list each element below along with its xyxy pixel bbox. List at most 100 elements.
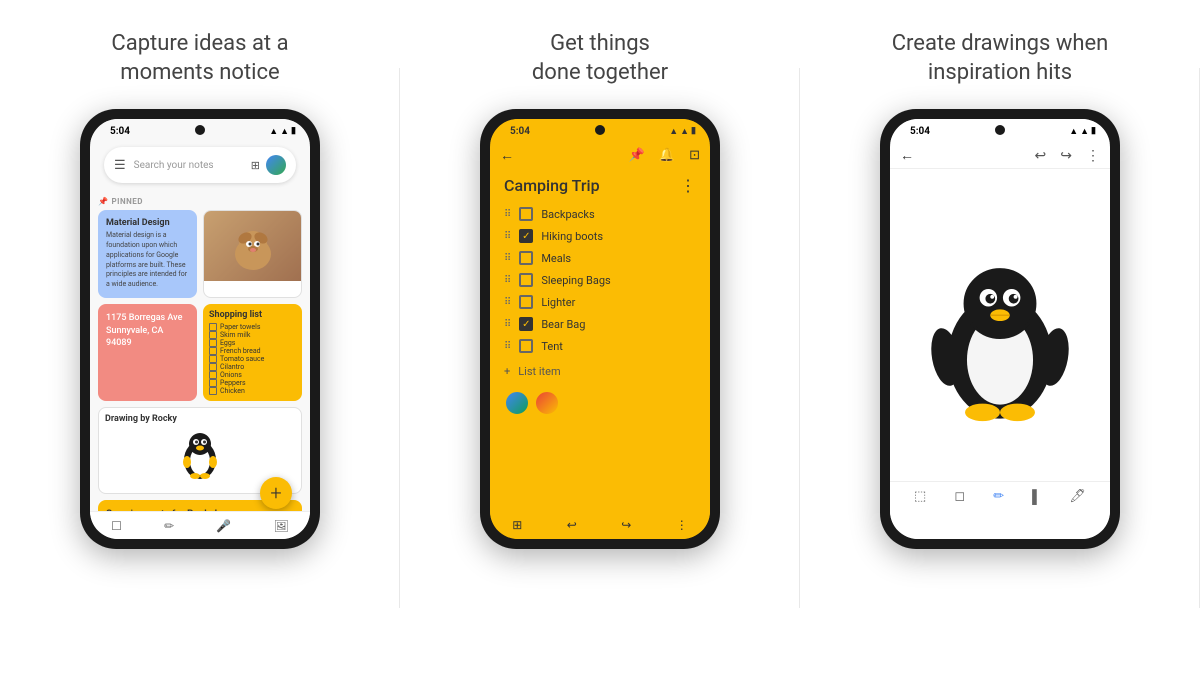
status-icons-2: ▲ ▲ ▮ [669,126,696,137]
image-icon[interactable]: 🖼 [274,519,289,533]
drag-handle: ⠿ [504,341,511,352]
check-item-hiking: ⠿ ✓ Hiking boots [498,225,702,247]
back-button-3[interactable]: ← [900,147,914,164]
wifi-icon-2: ▲ [680,126,689,137]
grid-view-icon[interactable]: ⊞ [251,159,260,172]
label-bearbag: Bear Bag [541,318,696,331]
add-list-item[interactable]: + List item [490,361,710,382]
label-sleeping: Sleeping Bags [541,274,696,287]
phone-camera-2 [595,125,605,135]
drag-handle: ⠿ [504,209,511,220]
pin-header-icon[interactable]: 📌 [629,148,645,163]
more-bottom-icon[interactable]: ⋮ [676,518,688,532]
new-note-icon[interactable]: ☐ [111,519,122,533]
dog-illustration [223,216,283,276]
more-draw-icon[interactable]: ⋮ [1086,148,1100,164]
collaborator-1-avatar[interactable] [504,390,530,416]
wifi-icon: ▲ [280,126,289,137]
pen-tool-icon[interactable]: ✏ [993,489,1004,504]
checkbox-lighter[interactable] [519,295,533,309]
battery-icon-3: ▮ [1091,126,1096,136]
label-meals: Meals [541,252,696,265]
shopping-items: Paper towels Skim milk Eggs French bread… [209,323,296,395]
add-item-label: List item [518,365,560,378]
signal-icon: ▲ [269,126,278,137]
penguin-small-illustration [175,428,225,483]
note-shopping-list[interactable]: Shopping list Paper towels Skim milk Egg… [203,304,302,401]
checkbox-hiking[interactable]: ✓ [519,229,533,243]
label-lighter: Lighter [541,296,696,309]
phone-camera-1 [195,125,205,135]
bottom-spacer-3 [890,511,1110,539]
fab-button[interactable]: + [260,477,292,509]
archive-icon[interactable]: ⊡ [689,148,700,163]
camping-trip-title: Camping Trip [504,176,600,195]
add-note-icon-2[interactable]: ⊞ [512,518,522,532]
redo-draw-icon[interactable]: ↪ [1060,148,1072,164]
collaborators-area [490,382,710,424]
brush-tool-icon[interactable]: 🖊 [1069,489,1086,504]
back-button-2[interactable]: ← [500,147,514,164]
checklist-items: ⠿ Backpacks ⠿ ✓ Hiking boots ⠿ Meals [490,199,710,361]
undo-icon[interactable]: ↩ [567,518,577,532]
note-title-material: Material Design [106,218,189,228]
phone-screen-3: 5:04 ▲ ▲ ▮ ← ↩ ↪ ⋮ [890,119,1110,539]
note-material-design[interactable]: Material Design Material design is a fou… [98,210,197,298]
signal-icon-3: ▲ [1069,126,1078,137]
search-input[interactable]: Search your notes [134,160,243,171]
time-3: 5:04 [910,126,930,137]
check-mark: ✓ [522,319,530,330]
user-avatar[interactable] [266,155,286,175]
phone-camera-3 [995,125,1005,135]
checkbox-meals[interactable] [519,251,533,265]
redo-icon[interactable]: ↪ [621,518,631,532]
check-item-meals: ⠿ Meals [498,247,702,269]
bottom-nav-1: ☐ ✏ 🎤 🖼 [90,511,310,539]
more-options-icon[interactable]: ⋮ [680,176,696,195]
checkbox-tent[interactable] [519,339,533,353]
marker-tool-icon[interactable]: ▌ [1032,489,1041,505]
section-title-2: Get things done together [532,30,668,87]
lasso-tool-icon[interactable]: ⬚ [914,489,926,504]
undo-draw-icon[interactable]: ↩ [1035,148,1047,164]
checkbox-bearbag[interactable]: ✓ [519,317,533,331]
label-hiking: Hiking boots [541,230,696,243]
drawing-rocky-title: Drawing by Rocky [105,414,295,424]
pin-icon: 📌 [98,197,108,206]
checkbox-backpacks[interactable] [519,207,533,221]
check-item-lighter: ⠿ Lighter [498,291,702,313]
status-icons-1: ▲ ▲ ▮ [269,126,296,137]
add-icon: + [504,365,510,378]
drag-handle: ⠿ [504,253,511,264]
eraser-tool-icon[interactable]: ◻ [954,489,965,504]
battery-icon: ▮ [291,126,296,136]
menu-icon[interactable]: ☰ [114,158,126,173]
note-address[interactable]: 1175 Borregas Ave Sunnyvale, CA 94089 [98,304,197,401]
checkbox-sleeping[interactable] [519,273,533,287]
wifi-icon-3: ▲ [1080,126,1089,137]
drawing-canvas[interactable] [890,169,1110,511]
label-backpacks: Backpacks [541,208,696,221]
section-title-3: Create drawings when inspiration hits [892,30,1109,87]
checklist-title-area: Camping Trip ⋮ [490,168,710,199]
draw-icon[interactable]: ✏ [164,519,174,533]
drawing-tools-bar: ⬚ ◻ ✏ ▌ 🖊 [890,481,1110,511]
reminder-icon[interactable]: 🔔 [659,148,675,163]
label-tent: Tent [541,340,696,353]
status-icons-3: ▲ ▲ ▮ [1069,126,1096,137]
section-checklist: Get things done together 5:04 ▲ ▲ ▮ ← 📌 … [400,0,800,675]
note-dog-image[interactable] [203,210,302,298]
checklist-header: ← 📌 🔔 ⊡ [490,143,710,168]
bottom-bar-2: ⊞ ↩ ↪ ⋮ [490,511,710,539]
note-body-material: Material design is a foundation upon whi… [106,231,189,290]
check-item-bearbag: ⠿ ✓ Bear Bag [498,313,702,335]
check-item-tent: ⠿ Tent [498,335,702,357]
drag-handle: ⠿ [504,297,511,308]
collaborator-2-avatar[interactable] [534,390,560,416]
voice-icon[interactable]: 🎤 [216,519,231,533]
section-title-1: Capture ideas at a moments notice [111,30,288,87]
phone-3: 5:04 ▲ ▲ ▮ ← ↩ ↪ ⋮ [880,109,1120,549]
battery-icon-2: ▮ [691,126,696,136]
dog-image [204,211,301,281]
phone-screen-1: 5:04 ▲ ▲ ▮ ☰ Search your notes ⊞ [90,119,310,539]
